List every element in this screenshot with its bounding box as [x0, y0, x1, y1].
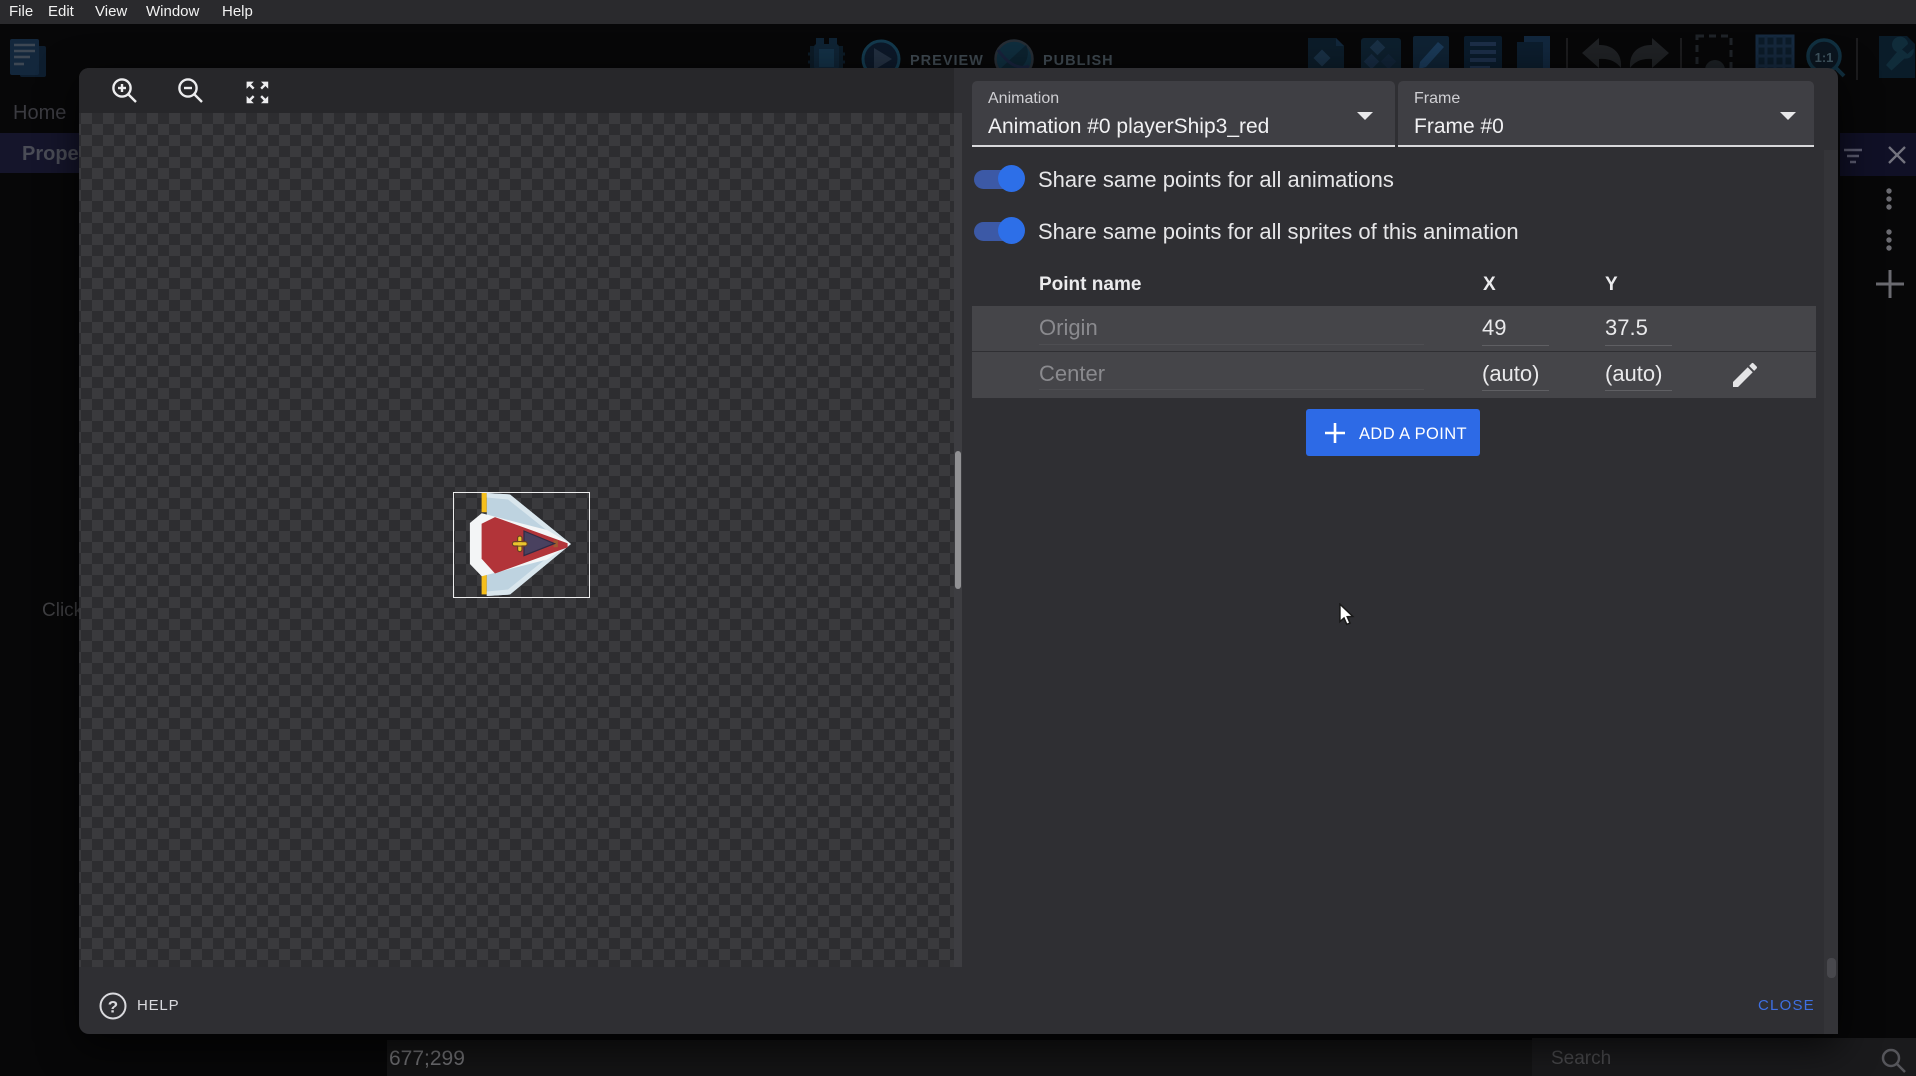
svg-text:?: ?: [108, 998, 118, 1017]
svg-text:PUBLISH: PUBLISH: [1043, 53, 1114, 69]
svg-text:1:1: 1:1: [1815, 50, 1834, 65]
svg-text:PREVIEW: PREVIEW: [910, 53, 984, 69]
